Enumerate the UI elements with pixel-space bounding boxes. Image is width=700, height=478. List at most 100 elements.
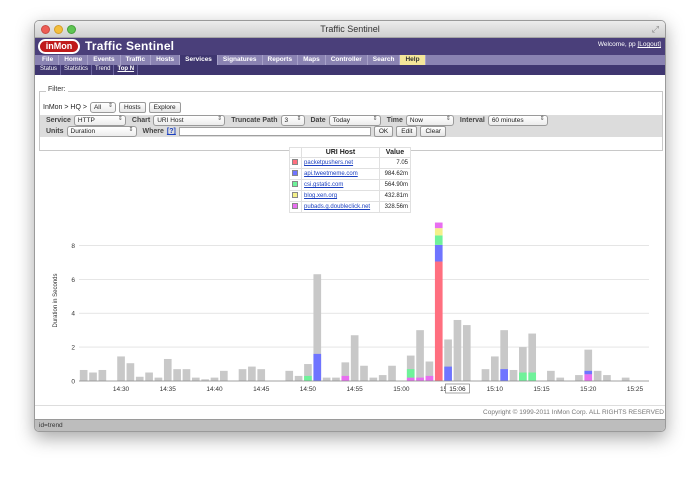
host-link[interactable]: csi.gstatic.com: [304, 182, 343, 188]
logout-link[interactable]: [Logout]: [638, 41, 662, 48]
legend-value-cell: 564.90m: [378, 179, 412, 191]
truncate-path-select[interactable]: 3 ⇕: [280, 115, 305, 126]
legend-swatch-header: [288, 147, 303, 158]
date-select[interactable]: Today ⇕: [328, 115, 381, 126]
explore-button[interactable]: Explore: [148, 102, 181, 113]
main-menu: File Home Events Traffic Hosts Services …: [35, 55, 665, 65]
bar-segment: [434, 222, 443, 229]
fullscreen-icon[interactable]: ⤢: [652, 24, 659, 35]
menu-file[interactable]: File: [37, 55, 60, 65]
host-link[interactable]: packetpushers.net: [304, 160, 353, 166]
legend-row: blog.xen.org 432.81m: [288, 190, 412, 202]
bar-other: [220, 370, 228, 381]
legend-host-cell: blog.xen.org: [301, 190, 380, 202]
where-label: Where: [142, 128, 164, 135]
service-select[interactable]: HTTP ⇕: [73, 115, 126, 126]
edit-button[interactable]: Edit: [396, 126, 418, 137]
select-arrow-icon: ⇕: [296, 116, 302, 122]
bar-other: [416, 330, 424, 381]
title-bar: Traffic Sentinel ⤢: [35, 21, 665, 38]
bar-segment: [434, 235, 443, 245]
chart-select[interactable]: URI Host ⇕: [153, 115, 226, 126]
app-title: Traffic Sentinel: [85, 39, 175, 53]
legend-row: api.tweetmeme.com 984.62m: [288, 168, 412, 180]
bar-other: [481, 369, 490, 381]
footer: Copyright © 1999-2011 InMon Corp. ALL RI…: [35, 405, 665, 419]
ok-button[interactable]: OK: [373, 126, 394, 137]
host-link[interactable]: pubads.g.doubleclick.net: [304, 204, 370, 210]
bar-segment: [528, 372, 537, 381]
bar-other: [285, 370, 294, 381]
menu-traffic[interactable]: Traffic: [121, 55, 152, 65]
select-arrow-icon: ⇕: [445, 116, 451, 122]
bar-other: [360, 365, 368, 381]
x-tick-label: 14:35: [160, 386, 177, 393]
bar-other: [453, 319, 462, 381]
submenu-status[interactable]: Status: [37, 65, 62, 75]
legend-host-cell: api.tweetmeme.com: [301, 168, 380, 180]
time-select[interactable]: Now ⇕: [405, 115, 454, 126]
bar-other: [294, 375, 303, 381]
menu-help[interactable]: Help: [400, 55, 426, 65]
submenu-statistics[interactable]: Statistics: [61, 65, 93, 75]
x-tick-label: 14:40: [206, 386, 223, 393]
chart-value: URI Host: [157, 117, 184, 124]
app-window: Traffic Sentinel ⤢ inMon Traffic Sentine…: [34, 20, 666, 432]
bar-other: [79, 369, 88, 381]
menu-signatures[interactable]: Signatures: [218, 55, 263, 65]
filter-row-1: Service HTTP ⇕ Chart URI Host ⇕ Truncate P…: [40, 115, 662, 126]
units-select[interactable]: Duration ⇕: [66, 126, 137, 137]
color-swatch: [292, 192, 298, 198]
bar-segment: [341, 375, 350, 381]
submenu-top-n[interactable]: Top N: [114, 65, 139, 75]
bar-other: [388, 365, 396, 381]
status-bar: id=trend: [35, 419, 665, 431]
where-help-link[interactable]: [?]: [167, 128, 176, 135]
menu-hosts[interactable]: Hosts: [151, 55, 181, 65]
menu-controller[interactable]: Controller: [326, 55, 368, 65]
where-input[interactable]: [178, 127, 371, 136]
menu-search[interactable]: Search: [368, 55, 401, 65]
duration-chart: 0 2 4 6 8 Duration in Seconds 14:30 14:35 14:40 1…: [53, 222, 649, 394]
filter-row-2: Units Duration ⇕ Where [?] OK Edit Clear: [40, 126, 662, 137]
host-link[interactable]: blog.xen.org: [304, 193, 337, 199]
breadcrumb-path: InMon > HQ >: [43, 104, 87, 111]
bar-other: [322, 377, 331, 381]
x-tick-label: 14:55: [347, 386, 364, 393]
date-label: Date: [310, 117, 326, 124]
bar-segment: [434, 261, 443, 381]
bar-other: [154, 377, 163, 381]
bar-other: [191, 377, 200, 381]
menu-events[interactable]: Events: [88, 55, 121, 65]
menu-home[interactable]: Home: [59, 55, 89, 65]
legend-swatch-cell: [288, 201, 303, 213]
hosts-button[interactable]: Hosts: [118, 102, 146, 113]
legend-host-header: URI Host: [301, 147, 380, 158]
legend-swatch-cell: [288, 190, 303, 202]
host-link[interactable]: api.tweetmeme.com: [304, 171, 358, 177]
menu-services[interactable]: Services: [180, 55, 218, 65]
bar-other: [603, 375, 611, 381]
scope-select[interactable]: All ⇕: [89, 102, 116, 113]
y-tick-label: 4: [71, 311, 75, 318]
welcome-text: Welcome, pp [Logout]: [598, 41, 661, 48]
y-tick-label: 6: [71, 277, 75, 284]
legend-host-cell: pubads.g.doubleclick.net: [301, 201, 380, 213]
date-value: Today: [332, 117, 351, 124]
bar-segment: [304, 375, 312, 381]
menu-reports[interactable]: Reports: [263, 55, 299, 65]
sub-menu: Status Statistics Trend Top N: [35, 65, 665, 75]
time-value: Now: [409, 117, 423, 124]
cursor-time-label: 15:06: [449, 386, 466, 393]
bar-other: [238, 369, 247, 381]
bar-other: [117, 356, 125, 381]
legend-swatch-cell: [288, 179, 303, 191]
submenu-trend[interactable]: Trend: [92, 65, 115, 75]
clear-button[interactable]: Clear: [420, 126, 447, 137]
legend-value-cell: 432.81m: [378, 190, 412, 202]
legend-row: pubads.g.doubleclick.net 328.56m: [288, 201, 412, 213]
menu-maps[interactable]: Maps: [298, 55, 326, 65]
units-label: Units: [46, 128, 64, 135]
bar-segment: [313, 353, 322, 381]
interval-select[interactable]: 60 minutes ⇕: [487, 115, 548, 126]
